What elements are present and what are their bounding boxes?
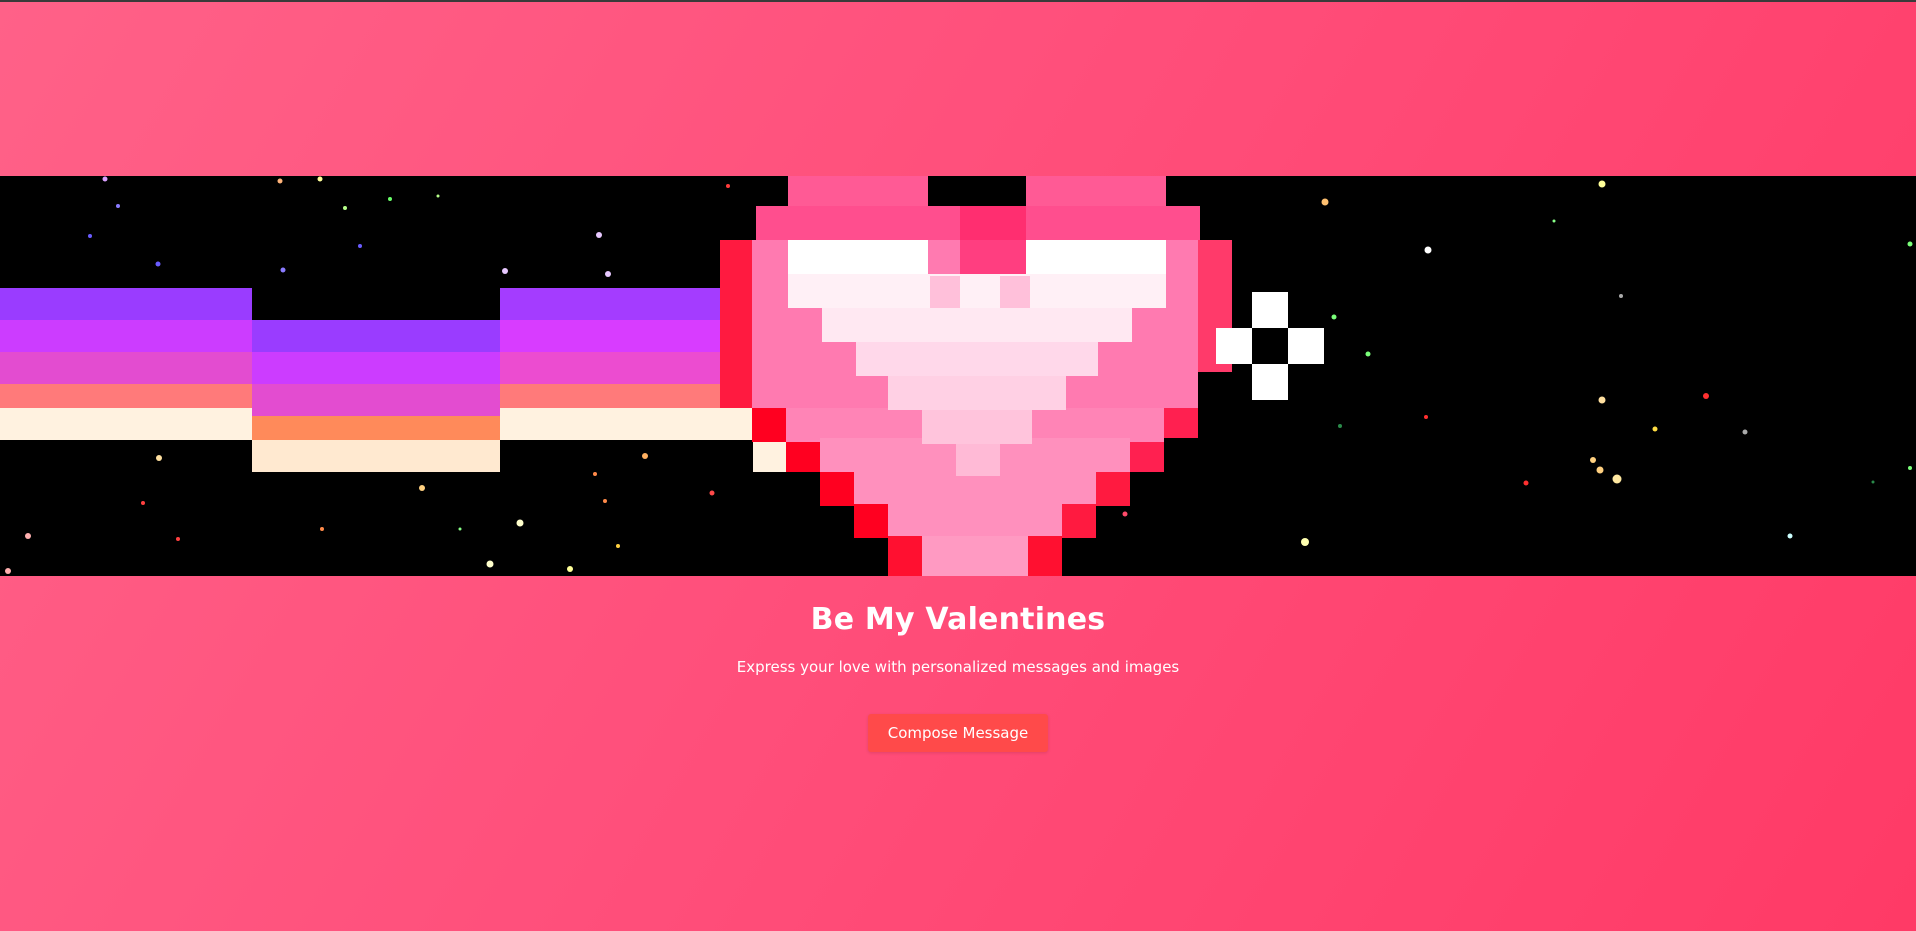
top-border xyxy=(0,0,1916,2)
compose-message-button[interactable]: Compose Message xyxy=(867,713,1049,752)
page-subtitle: Express your love with personalized mess… xyxy=(736,658,1180,676)
hero-banner-image xyxy=(0,176,1916,576)
page-title: Be My Valentines xyxy=(810,602,1106,637)
hero-section: Be My Valentines Express your love with … xyxy=(0,576,1916,752)
